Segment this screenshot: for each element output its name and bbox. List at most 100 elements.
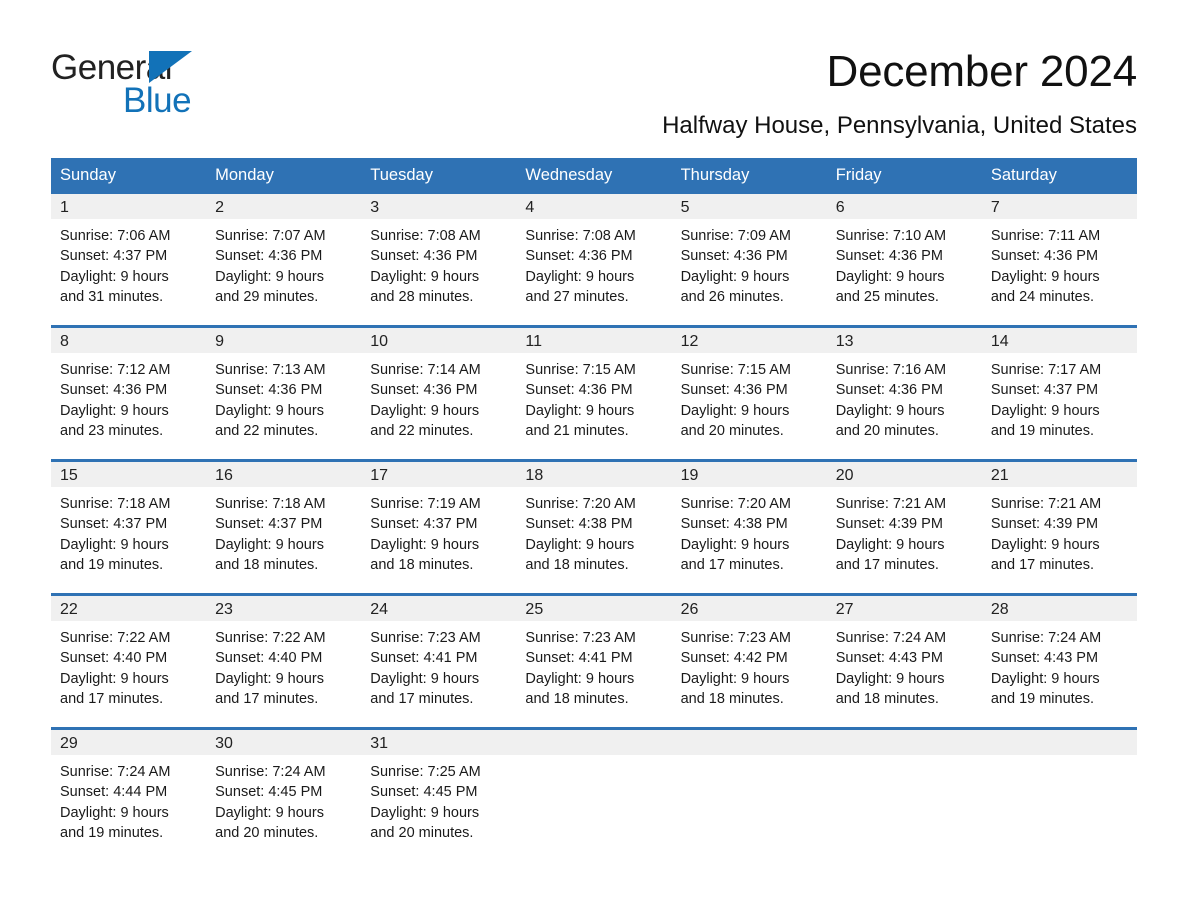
calendar-cell[interactable]: 9 Sunrise: 7:13 AM Sunset: 4:36 PM Daylight…	[206, 325, 362, 461]
calendar-cell[interactable]: 13 Sunrise: 7:16 AM Sunset: 4:36 PM Dayligh…	[826, 325, 982, 461]
day-cell[interactable]: 20 Sunrise: 7:21 AM Sunset: 4:39 PM Dayligh…	[826, 462, 982, 593]
sunrise-text: Sunrise: 7:23 AM	[680, 630, 791, 646]
day-cell[interactable]: 30 Sunrise: 7:24 AM Sunset: 4:45 PM Dayligh…	[206, 730, 362, 861]
calendar-cell[interactable]: 23 Sunrise: 7:22 AM Sunset: 4:40 PM Dayligh…	[206, 593, 362, 729]
calendar-cell[interactable]: 7 Sunrise: 7:11 AM Sunset: 4:36 PM Daylight…	[981, 194, 1137, 327]
day-details: Sunrise: 7:24 AM Sunset: 4:43 PM Daylight:…	[982, 621, 1137, 709]
calendar-cell[interactable]: 2 Sunrise: 7:07 AM Sunset: 4:36 PM Daylight…	[206, 194, 362, 327]
sunrise-text: Sunrise: 7:09 AM	[680, 228, 791, 244]
calendar-cell[interactable]: 10 Sunrise: 7:14 AM Sunset: 4:36 PM Dayligh…	[361, 325, 517, 461]
calendar-cell[interactable]: 30 Sunrise: 7:24 AM Sunset: 4:45 PM Dayligh…	[206, 727, 362, 861]
day-cell[interactable]: 26 Sunrise: 7:23 AM Sunset: 4:42 PM Dayligh…	[671, 596, 827, 727]
day-cell[interactable]: 9 Sunrise: 7:13 AM Sunset: 4:36 PM Daylight…	[206, 328, 362, 459]
calendar-cell[interactable]: 14 Sunrise: 7:17 AM Sunset: 4:37 PM Dayligh…	[981, 325, 1137, 461]
daylight-text-line2: and 20 minutes.	[835, 422, 939, 439]
daylight-text-line2: and 28 minutes.	[370, 288, 474, 305]
daylight-text-line2: and 18 minutes.	[525, 690, 629, 707]
calendar-cell[interactable]: 15 Sunrise: 7:18 AM Sunset: 4:37 PM Dayligh…	[51, 459, 207, 595]
calendar-cell[interactable]: 25 Sunrise: 7:23 AM Sunset: 4:41 PM Dayligh…	[516, 593, 672, 729]
calendar-cell[interactable]: 22 Sunrise: 7:22 AM Sunset: 4:40 PM Dayligh…	[51, 593, 207, 729]
day-cell[interactable]: 12 Sunrise: 7:15 AM Sunset: 4:36 PM Dayligh…	[671, 328, 827, 459]
calendar-cell[interactable]: 28 Sunrise: 7:24 AM Sunset: 4:43 PM Dayligh…	[981, 593, 1137, 729]
day-cell[interactable]: 3 Sunrise: 7:08 AM Sunset: 4:36 PM Daylight…	[361, 194, 517, 325]
calendar-cell[interactable]: 24 Sunrise: 7:23 AM Sunset: 4:41 PM Dayligh…	[361, 593, 517, 729]
day-number: 17	[361, 462, 517, 487]
column-header-tuesday: Tuesday	[361, 158, 517, 194]
calendar-cell[interactable]: 16 Sunrise: 7:18 AM Sunset: 4:37 PM Dayligh…	[206, 459, 362, 595]
day-number: 24	[361, 596, 517, 621]
day-cell[interactable]: 14 Sunrise: 7:17 AM Sunset: 4:37 PM Dayligh…	[981, 328, 1137, 459]
general-blue-logo[interactable]: General Blue	[51, 48, 251, 120]
day-cell[interactable]	[671, 730, 827, 861]
day-cell[interactable]: 11 Sunrise: 7:15 AM Sunset: 4:36 PM Dayligh…	[516, 328, 672, 459]
day-cell[interactable]: 21 Sunrise: 7:21 AM Sunset: 4:39 PM Dayligh…	[981, 462, 1137, 593]
day-cell[interactable]: 27 Sunrise: 7:24 AM Sunset: 4:43 PM Dayligh…	[826, 596, 982, 727]
calendar-cell[interactable]: 18 Sunrise: 7:20 AM Sunset: 4:38 PM Dayligh…	[516, 459, 672, 595]
day-details: Sunrise: 7:23 AM Sunset: 4:41 PM Daylight:…	[361, 621, 516, 709]
day-cell[interactable]: 22 Sunrise: 7:22 AM Sunset: 4:40 PM Dayligh…	[51, 596, 207, 727]
calendar-cell[interactable]	[826, 727, 982, 861]
calendar-cell[interactable]: 19 Sunrise: 7:20 AM Sunset: 4:38 PM Dayligh…	[671, 459, 827, 595]
day-cell[interactable]: 18 Sunrise: 7:20 AM Sunset: 4:38 PM Dayligh…	[516, 462, 672, 593]
calendar-cell[interactable]: 17 Sunrise: 7:19 AM Sunset: 4:37 PM Dayligh…	[361, 459, 517, 595]
calendar-cell[interactable]: 8 Sunrise: 7:12 AM Sunset: 4:36 PM Daylight…	[51, 325, 207, 461]
calendar-cell[interactable]: 21 Sunrise: 7:21 AM Sunset: 4:39 PM Dayligh…	[981, 459, 1137, 595]
sunset-text: Sunset: 4:45 PM	[215, 784, 323, 801]
calendar-cell[interactable]	[516, 727, 672, 861]
day-cell[interactable]	[826, 730, 982, 861]
calendar-cell[interactable]: 3 Sunrise: 7:08 AM Sunset: 4:36 PM Daylight…	[361, 194, 517, 327]
calendar-cell[interactable]: 29 Sunrise: 7:24 AM Sunset: 4:44 PM Dayligh…	[51, 727, 207, 861]
day-cell[interactable]: 19 Sunrise: 7:20 AM Sunset: 4:38 PM Dayligh…	[671, 462, 827, 593]
sunrise-text: Sunrise: 7:24 AM	[835, 630, 947, 646]
day-cell[interactable]: 24 Sunrise: 7:23 AM Sunset: 4:41 PM Dayligh…	[361, 596, 517, 727]
day-cell[interactable]: 29 Sunrise: 7:24 AM Sunset: 4:44 PM Dayligh…	[51, 730, 207, 861]
calendar-cell[interactable]: 11 Sunrise: 7:15 AM Sunset: 4:36 PM Dayligh…	[516, 325, 672, 461]
day-cell[interactable]: 17 Sunrise: 7:19 AM Sunset: 4:37 PM Dayligh…	[361, 462, 517, 593]
day-cell[interactable]: 8 Sunrise: 7:12 AM Sunset: 4:36 PM Daylight…	[51, 328, 207, 459]
sunrise-text: Sunrise: 7:18 AM	[60, 496, 171, 512]
day-cell[interactable]: 16 Sunrise: 7:18 AM Sunset: 4:37 PM Dayligh…	[206, 462, 362, 593]
calendar-cell[interactable]	[671, 727, 827, 861]
day-cell[interactable]	[516, 730, 672, 861]
day-cell[interactable]: 15 Sunrise: 7:18 AM Sunset: 4:37 PM Dayligh…	[51, 462, 207, 593]
calendar-cell[interactable]: 6 Sunrise: 7:10 AM Sunset: 4:36 PM Daylight…	[826, 194, 982, 327]
day-cell[interactable]: 4 Sunrise: 7:08 AM Sunset: 4:36 PM Daylight…	[516, 194, 672, 325]
day-number: 25	[516, 596, 672, 621]
day-cell[interactable]: 6 Sunrise: 7:10 AM Sunset: 4:36 PM Daylight…	[826, 194, 982, 325]
calendar-cell[interactable]: 4 Sunrise: 7:08 AM Sunset: 4:36 PM Daylight…	[516, 194, 672, 327]
calendar-cell[interactable]: 1 Sunrise: 7:06 AM Sunset: 4:37 PM Daylight…	[51, 194, 207, 327]
daylight-text-line2: and 18 minutes.	[835, 690, 939, 707]
day-number: 29	[51, 730, 207, 755]
day-cell[interactable]	[981, 730, 1137, 861]
calendar-cell[interactable]: 20 Sunrise: 7:21 AM Sunset: 4:39 PM Dayligh…	[826, 459, 982, 595]
day-cell[interactable]: 2 Sunrise: 7:07 AM Sunset: 4:36 PM Daylight…	[206, 194, 362, 325]
day-cell[interactable]: 25 Sunrise: 7:23 AM Sunset: 4:41 PM Dayligh…	[516, 596, 672, 727]
calendar-cell[interactable]: 5 Sunrise: 7:09 AM Sunset: 4:36 PM Daylight…	[671, 194, 827, 327]
daylight-text-line2: and 20 minutes.	[215, 824, 319, 841]
day-cell[interactable]: 5 Sunrise: 7:09 AM Sunset: 4:36 PM Daylight…	[671, 194, 827, 325]
calendar-week-row: 22 Sunrise: 7:22 AM Sunset: 4:40 PM Dayligh…	[51, 593, 1137, 729]
day-details: Sunrise: 7:18 AM Sunset: 4:37 PM Daylight:…	[206, 487, 361, 575]
day-cell[interactable]: 1 Sunrise: 7:06 AM Sunset: 4:37 PM Daylight…	[51, 194, 207, 325]
sunset-text: Sunset: 4:36 PM	[525, 382, 633, 399]
sunset-text: Sunset: 4:36 PM	[215, 248, 323, 265]
day-cell[interactable]: 28 Sunrise: 7:24 AM Sunset: 4:43 PM Dayligh…	[981, 596, 1137, 727]
day-cell[interactable]: 13 Sunrise: 7:16 AM Sunset: 4:36 PM Dayligh…	[826, 328, 982, 459]
calendar-cell[interactable]: 12 Sunrise: 7:15 AM Sunset: 4:36 PM Dayligh…	[671, 325, 827, 461]
sunrise-text: Sunrise: 7:24 AM	[60, 764, 171, 780]
calendar-cell[interactable]	[981, 727, 1137, 861]
calendar-cell[interactable]: 27 Sunrise: 7:24 AM Sunset: 4:43 PM Dayligh…	[826, 593, 982, 729]
day-details: Sunrise: 7:10 AM Sunset: 4:36 PM Daylight:…	[827, 219, 982, 307]
sunrise-text: Sunrise: 7:13 AM	[215, 362, 326, 378]
day-details: Sunrise: 7:13 AM Sunset: 4:36 PM Daylight:…	[206, 353, 361, 441]
day-cell[interactable]: 23 Sunrise: 7:22 AM Sunset: 4:40 PM Dayligh…	[206, 596, 362, 727]
calendar-cell[interactable]: 26 Sunrise: 7:23 AM Sunset: 4:42 PM Dayligh…	[671, 593, 827, 729]
daylight-text-line1: Daylight: 9 hours	[215, 268, 324, 285]
day-cell[interactable]: 7 Sunrise: 7:11 AM Sunset: 4:36 PM Daylight…	[981, 194, 1137, 325]
calendar-cell[interactable]: 31 Sunrise: 7:25 AM Sunset: 4:45 PM Dayligh…	[361, 727, 517, 861]
day-cell[interactable]: 31 Sunrise: 7:25 AM Sunset: 4:45 PM Dayligh…	[361, 730, 517, 861]
day-cell[interactable]: 10 Sunrise: 7:14 AM Sunset: 4:36 PM Dayligh…	[361, 328, 517, 459]
day-details: Sunrise: 7:16 AM Sunset: 4:36 PM Daylight:…	[827, 353, 982, 441]
column-header-thursday: Thursday	[671, 158, 827, 194]
sunset-text: Sunset: 4:36 PM	[525, 248, 633, 265]
